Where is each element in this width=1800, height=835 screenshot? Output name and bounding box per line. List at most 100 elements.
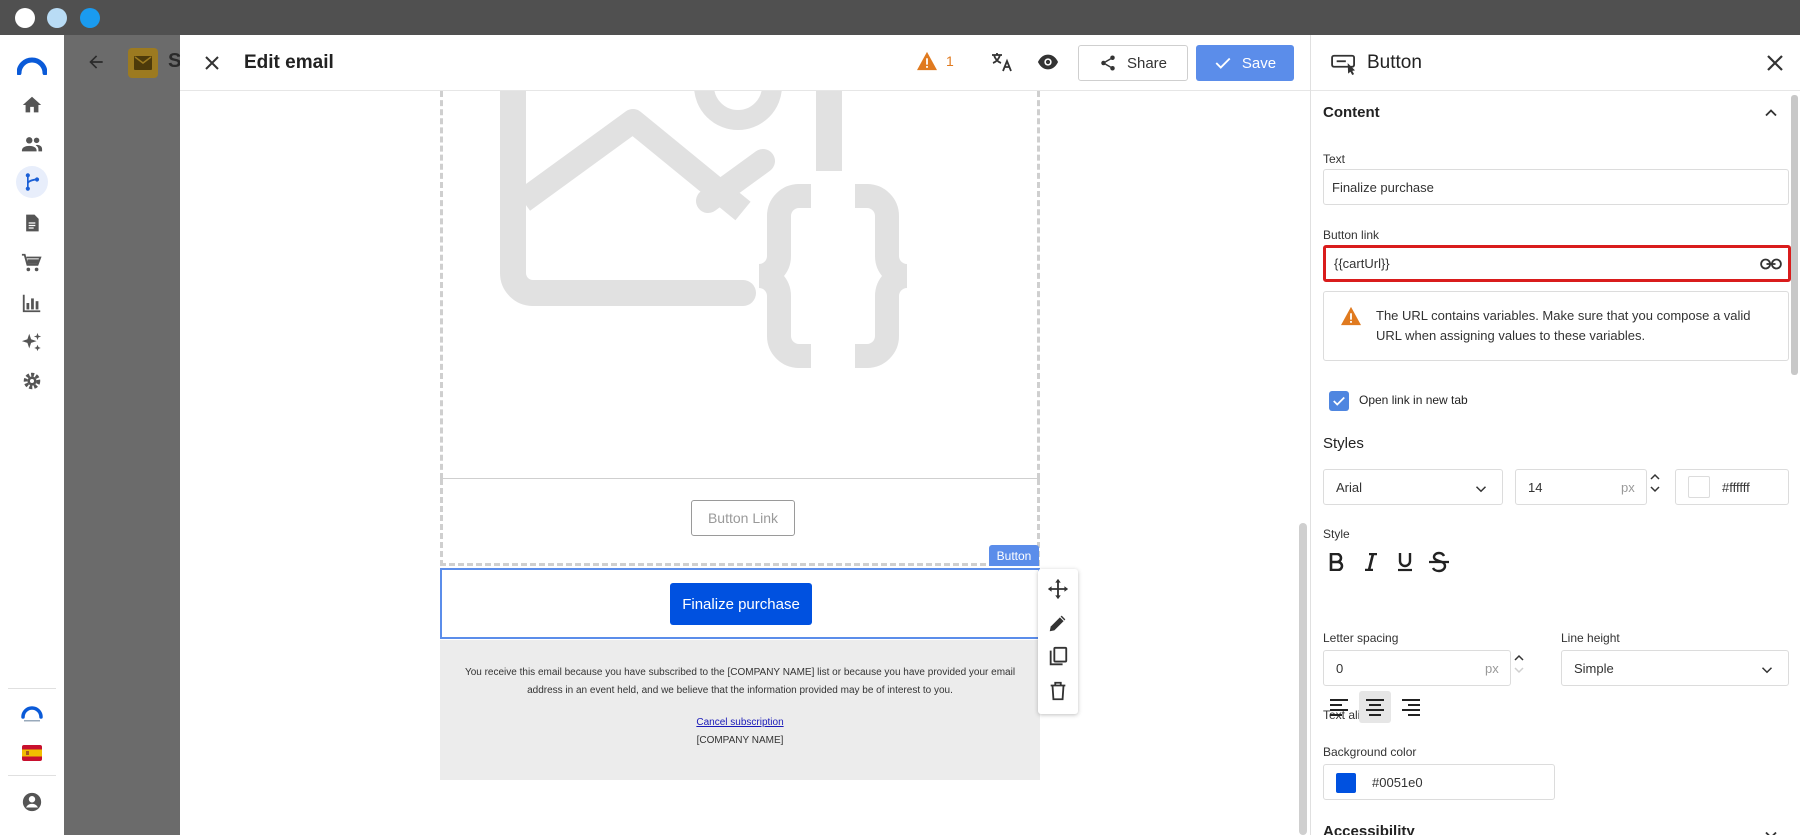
open-new-tab-label[interactable]: Open link in new tab bbox=[1359, 393, 1468, 407]
button-text-input[interactable]: Finalize purchase bbox=[1323, 169, 1789, 205]
window-maximize-dot[interactable] bbox=[80, 8, 100, 28]
editor-title: Edit email bbox=[244, 52, 334, 73]
panel-header: Button bbox=[1311, 35, 1800, 91]
text-color-field[interactable]: #ffffff bbox=[1675, 469, 1789, 505]
align-center-icon[interactable] bbox=[1359, 691, 1391, 723]
bold-icon[interactable] bbox=[1325, 550, 1349, 574]
letter-spacing-input[interactable]: 0 bbox=[1323, 650, 1511, 686]
content-section-header[interactable]: Content bbox=[1323, 104, 1380, 121]
button-link-block[interactable]: Button Link bbox=[440, 479, 1040, 566]
align-right-icon[interactable] bbox=[1395, 691, 1427, 723]
button-link-input[interactable]: {{cartUrl}} bbox=[1323, 245, 1791, 282]
styles-section-title: Styles bbox=[1323, 435, 1364, 452]
duplicate-icon[interactable] bbox=[1046, 645, 1070, 669]
save-button[interactable]: Save bbox=[1196, 45, 1294, 81]
warning-icon bbox=[1340, 306, 1362, 331]
delete-icon[interactable] bbox=[1046, 679, 1070, 703]
footer-company: [COMPANY NAME] bbox=[696, 735, 784, 746]
email-footer: You receive this email because you have … bbox=[440, 640, 1040, 780]
checkmark-icon bbox=[1333, 396, 1345, 406]
selected-button-block[interactable]: Finalize purchase bbox=[440, 568, 1040, 639]
close-editor-icon[interactable] bbox=[200, 51, 224, 80]
sidebar-divider bbox=[8, 775, 56, 776]
reports-icon[interactable] bbox=[16, 287, 48, 319]
flag-spain-icon[interactable] bbox=[16, 737, 48, 769]
automation-icon[interactable] bbox=[16, 166, 48, 198]
close-panel-icon[interactable] bbox=[1763, 51, 1787, 80]
selected-block-tag: Button bbox=[989, 545, 1039, 566]
logo-icon[interactable] bbox=[16, 49, 48, 81]
button-link-placeholder[interactable]: Button Link bbox=[691, 500, 795, 536]
style-label: Style bbox=[1323, 527, 1350, 541]
properties-panel: Button Content Text Finalize purchase Bu… bbox=[1310, 35, 1800, 835]
share-button[interactable]: Share bbox=[1078, 45, 1188, 81]
settings-icon[interactable] bbox=[16, 365, 48, 397]
save-label: Save bbox=[1241, 54, 1277, 72]
line-height-select[interactable]: Simple bbox=[1561, 650, 1789, 686]
email-campaign-icon bbox=[128, 48, 158, 78]
contacts-icon[interactable] bbox=[16, 128, 48, 160]
image-variable-placeholder-icon bbox=[500, 91, 909, 368]
text-color-swatch[interactable] bbox=[1688, 476, 1710, 498]
letter-spacing-unit: px bbox=[1485, 661, 1499, 676]
font-size-stepper[interactable] bbox=[1649, 473, 1661, 493]
window-minimize-dot[interactable] bbox=[47, 8, 67, 28]
window-close-dot[interactable] bbox=[15, 8, 35, 28]
open-new-tab-checkbox[interactable] bbox=[1329, 391, 1349, 411]
button-block-icon bbox=[1331, 53, 1357, 80]
stepper-up-icon[interactable] bbox=[1514, 654, 1524, 662]
line-height-value: Simple bbox=[1574, 660, 1614, 676]
preview-eye-icon[interactable] bbox=[1036, 51, 1060, 78]
underline-icon[interactable] bbox=[1393, 550, 1417, 574]
ai-sparkle-icon[interactable] bbox=[16, 326, 48, 358]
font-size-value: 14 bbox=[1528, 479, 1543, 495]
warning-count: 1 bbox=[946, 53, 954, 69]
chevron-down-icon bbox=[1472, 480, 1490, 501]
text-color-value: #ffffff bbox=[1722, 479, 1750, 495]
warnings-button[interactable]: 1 bbox=[916, 51, 954, 71]
translate-icon[interactable] bbox=[990, 50, 1014, 79]
stepper-up-icon[interactable] bbox=[1650, 473, 1660, 481]
chevron-down-icon bbox=[1758, 661, 1776, 682]
letter-spacing-label: Letter spacing bbox=[1323, 631, 1399, 645]
background-color-value: #0051e0 bbox=[1372, 775, 1423, 790]
canvas-scrollbar[interactable] bbox=[1299, 523, 1307, 835]
cart-icon[interactable] bbox=[16, 247, 48, 279]
window-titlebar bbox=[0, 0, 1800, 35]
font-family-value: Arial bbox=[1336, 479, 1363, 495]
link-icon[interactable] bbox=[1760, 255, 1782, 276]
move-icon[interactable] bbox=[1046, 577, 1070, 601]
background-title-fragment: S bbox=[168, 50, 180, 72]
cancel-subscription-link[interactable]: Cancel subscription bbox=[696, 714, 783, 732]
home-icon[interactable] bbox=[16, 89, 48, 121]
footer-text: You receive this email because you have … bbox=[464, 667, 1016, 696]
background-color-label: Background color bbox=[1323, 745, 1417, 759]
share-icon bbox=[1101, 55, 1115, 71]
content-icon[interactable] bbox=[16, 207, 48, 239]
edit-pencil-icon[interactable] bbox=[1046, 611, 1070, 635]
background-color-swatch[interactable] bbox=[1336, 773, 1356, 793]
user-icon[interactable] bbox=[16, 786, 48, 818]
panel-scrollbar[interactable] bbox=[1791, 95, 1798, 375]
stepper-down-icon[interactable] bbox=[1650, 485, 1660, 493]
editor-canvas: Button Link Button Finalize purchase You… bbox=[180, 91, 1310, 835]
background-color-field[interactable]: #0051e0 bbox=[1323, 764, 1555, 800]
app-sidebar bbox=[0, 35, 64, 835]
align-left-icon[interactable] bbox=[1323, 691, 1355, 723]
brand-logo-icon[interactable] bbox=[16, 698, 48, 730]
line-height-label: Line height bbox=[1561, 631, 1620, 645]
stepper-down-icon[interactable] bbox=[1514, 666, 1524, 674]
chevron-down-icon[interactable] bbox=[1761, 825, 1781, 835]
editor-header: Edit email 1 Share Save bbox=[180, 35, 1310, 91]
strikethrough-icon[interactable] bbox=[1427, 550, 1451, 574]
share-label: Share bbox=[1126, 54, 1168, 72]
italic-icon[interactable] bbox=[1359, 550, 1383, 574]
letter-spacing-stepper[interactable] bbox=[1513, 654, 1525, 674]
finalize-purchase-button[interactable]: Finalize purchase bbox=[670, 583, 812, 625]
email-editor: Edit email 1 Share Save Button Link Butt… bbox=[180, 35, 1310, 835]
accessibility-section-header[interactable]: Accessibility bbox=[1323, 823, 1415, 835]
font-family-select[interactable]: Arial bbox=[1323, 469, 1503, 505]
chevron-up-icon[interactable] bbox=[1761, 103, 1781, 128]
image-placeholder-block[interactable] bbox=[440, 91, 1040, 479]
letter-spacing-value: 0 bbox=[1336, 660, 1344, 676]
